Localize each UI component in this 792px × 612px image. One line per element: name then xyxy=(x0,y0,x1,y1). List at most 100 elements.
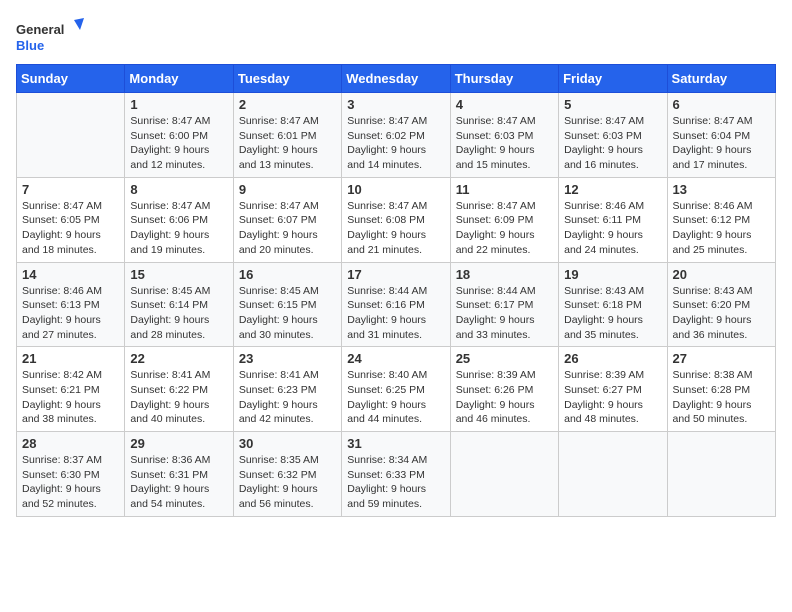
day-number: 29 xyxy=(130,436,227,451)
cell-content: Sunrise: 8:47 AM Sunset: 6:06 PM Dayligh… xyxy=(130,199,227,258)
day-number: 13 xyxy=(673,182,770,197)
calendar-cell: 11Sunrise: 8:47 AM Sunset: 6:09 PM Dayli… xyxy=(450,177,558,262)
calendar-cell: 12 Sunrise: 8:46 AM Sunset: 6:11 PM Dayli… xyxy=(559,177,667,262)
cell-content: Sunrise: 8:34 AM Sunset: 6:33 PM Dayligh… xyxy=(347,453,444,512)
calendar-cell: 14 Sunrise: 8:46 AM Sunset: 6:13 PM Dayli… xyxy=(17,262,125,347)
cell-content: Sunrise: 8:47 AM Sunset: 6:03 PM Dayligh… xyxy=(564,114,661,173)
cell-content: Sunrise: 8:46 AM Sunset: 6:12 PM Dayligh… xyxy=(673,199,770,258)
calendar-week-row: 1Sunrise: 8:47 AM Sunset: 6:00 PM Daylig… xyxy=(17,93,776,178)
svg-text:Blue: Blue xyxy=(16,38,44,53)
day-number: 24 xyxy=(347,351,444,366)
calendar-cell: 17 Sunrise: 8:44 AM Sunset: 6:16 PM Dayli… xyxy=(342,262,450,347)
calendar-cell: 13 Sunrise: 8:46 AM Sunset: 6:12 PM Dayli… xyxy=(667,177,775,262)
cell-content: Sunrise: 8:47 AM Sunset: 6:02 PM Dayligh… xyxy=(347,114,444,173)
calendar-week-row: 21 Sunrise: 8:42 AM Sunset: 6:21 PM Dayli… xyxy=(17,347,776,432)
calendar-cell: 3 Sunrise: 8:47 AM Sunset: 6:02 PM Daylig… xyxy=(342,93,450,178)
day-number: 27 xyxy=(673,351,770,366)
cell-content: Sunrise: 8:47 AM Sunset: 6:09 PM Dayligh… xyxy=(456,199,553,258)
cell-content: Sunrise: 8:47 AM Sunset: 6:01 PM Dayligh… xyxy=(239,114,336,173)
calendar-cell: 21 Sunrise: 8:42 AM Sunset: 6:21 PM Dayli… xyxy=(17,347,125,432)
cell-content: Sunrise: 8:47 AM Sunset: 6:04 PM Dayligh… xyxy=(673,114,770,173)
calendar-week-row: 28Sunrise: 8:37 AM Sunset: 6:30 PM Dayli… xyxy=(17,432,776,517)
page-header: General Blue xyxy=(16,16,776,56)
day-number: 31 xyxy=(347,436,444,451)
day-header-sunday: Sunday xyxy=(17,65,125,93)
calendar-cell: 6 Sunrise: 8:47 AM Sunset: 6:04 PM Daylig… xyxy=(667,93,775,178)
cell-content: Sunrise: 8:40 AM Sunset: 6:25 PM Dayligh… xyxy=(347,368,444,427)
day-header-tuesday: Tuesday xyxy=(233,65,341,93)
calendar-cell: 30 Sunrise: 8:35 AM Sunset: 6:32 PM Dayli… xyxy=(233,432,341,517)
cell-content: Sunrise: 8:43 AM Sunset: 6:20 PM Dayligh… xyxy=(673,284,770,343)
calendar-cell: 15Sunrise: 8:45 AM Sunset: 6:14 PM Dayli… xyxy=(125,262,233,347)
day-number: 25 xyxy=(456,351,553,366)
cell-content: Sunrise: 8:46 AM Sunset: 6:13 PM Dayligh… xyxy=(22,284,119,343)
calendar-cell: 20 Sunrise: 8:43 AM Sunset: 6:20 PM Dayli… xyxy=(667,262,775,347)
day-number: 23 xyxy=(239,351,336,366)
cell-content: Sunrise: 8:39 AM Sunset: 6:26 PM Dayligh… xyxy=(456,368,553,427)
logo: General Blue xyxy=(16,16,86,56)
logo-icon: General Blue xyxy=(16,16,86,56)
calendar-cell xyxy=(559,432,667,517)
calendar-cell: 31 Sunrise: 8:34 AM Sunset: 6:33 PM Dayli… xyxy=(342,432,450,517)
cell-content: Sunrise: 8:39 AM Sunset: 6:27 PM Dayligh… xyxy=(564,368,661,427)
calendar-cell: 16 Sunrise: 8:45 AM Sunset: 6:15 PM Dayli… xyxy=(233,262,341,347)
cell-content: Sunrise: 8:43 AM Sunset: 6:18 PM Dayligh… xyxy=(564,284,661,343)
calendar-cell: 9Sunrise: 8:47 AM Sunset: 6:07 PM Daylig… xyxy=(233,177,341,262)
calendar-cell xyxy=(17,93,125,178)
day-number: 15 xyxy=(130,267,227,282)
day-number: 22 xyxy=(130,351,227,366)
day-number: 5 xyxy=(564,97,661,112)
calendar-cell: 8 Sunrise: 8:47 AM Sunset: 6:06 PM Daylig… xyxy=(125,177,233,262)
cell-content: Sunrise: 8:41 AM Sunset: 6:23 PM Dayligh… xyxy=(239,368,336,427)
calendar-cell: 26 Sunrise: 8:39 AM Sunset: 6:27 PM Dayli… xyxy=(559,347,667,432)
cell-content: Sunrise: 8:47 AM Sunset: 6:00 PM Dayligh… xyxy=(130,114,227,173)
day-number: 4 xyxy=(456,97,553,112)
calendar-cell: 24 Sunrise: 8:40 AM Sunset: 6:25 PM Dayli… xyxy=(342,347,450,432)
calendar-cell: 23 Sunrise: 8:41 AM Sunset: 6:23 PM Dayli… xyxy=(233,347,341,432)
day-header-thursday: Thursday xyxy=(450,65,558,93)
day-header-monday: Monday xyxy=(125,65,233,93)
day-number: 19 xyxy=(564,267,661,282)
day-number: 30 xyxy=(239,436,336,451)
calendar-cell: 25 Sunrise: 8:39 AM Sunset: 6:26 PM Dayli… xyxy=(450,347,558,432)
cell-content: Sunrise: 8:42 AM Sunset: 6:21 PM Dayligh… xyxy=(22,368,119,427)
calendar-cell: 18Sunrise: 8:44 AM Sunset: 6:17 PM Dayli… xyxy=(450,262,558,347)
cell-content: Sunrise: 8:38 AM Sunset: 6:28 PM Dayligh… xyxy=(673,368,770,427)
cell-content: Sunrise: 8:36 AM Sunset: 6:31 PM Dayligh… xyxy=(130,453,227,512)
calendar-cell xyxy=(450,432,558,517)
cell-content: Sunrise: 8:46 AM Sunset: 6:11 PM Dayligh… xyxy=(564,199,661,258)
day-number: 9 xyxy=(239,182,336,197)
cell-content: Sunrise: 8:47 AM Sunset: 6:08 PM Dayligh… xyxy=(347,199,444,258)
cell-content: Sunrise: 8:47 AM Sunset: 6:05 PM Dayligh… xyxy=(22,199,119,258)
day-number: 20 xyxy=(673,267,770,282)
cell-content: Sunrise: 8:45 AM Sunset: 6:15 PM Dayligh… xyxy=(239,284,336,343)
day-number: 7 xyxy=(22,182,119,197)
calendar-cell: 29 Sunrise: 8:36 AM Sunset: 6:31 PM Dayli… xyxy=(125,432,233,517)
calendar-table: SundayMondayTuesdayWednesdayThursdayFrid… xyxy=(16,64,776,517)
cell-content: Sunrise: 8:47 AM Sunset: 6:03 PM Dayligh… xyxy=(456,114,553,173)
svg-text:General: General xyxy=(16,22,64,37)
calendar-cell: 1Sunrise: 8:47 AM Sunset: 6:00 PM Daylig… xyxy=(125,93,233,178)
cell-content: Sunrise: 8:35 AM Sunset: 6:32 PM Dayligh… xyxy=(239,453,336,512)
day-number: 14 xyxy=(22,267,119,282)
calendar-week-row: 7 Sunrise: 8:47 AM Sunset: 6:05 PM Daylig… xyxy=(17,177,776,262)
calendar-cell: 2 Sunrise: 8:47 AM Sunset: 6:01 PM Daylig… xyxy=(233,93,341,178)
calendar-cell: 19 Sunrise: 8:43 AM Sunset: 6:18 PM Dayli… xyxy=(559,262,667,347)
day-number: 17 xyxy=(347,267,444,282)
day-number: 26 xyxy=(564,351,661,366)
calendar-cell xyxy=(667,432,775,517)
calendar-cell: 10Sunrise: 8:47 AM Sunset: 6:08 PM Dayli… xyxy=(342,177,450,262)
day-number: 2 xyxy=(239,97,336,112)
cell-content: Sunrise: 8:41 AM Sunset: 6:22 PM Dayligh… xyxy=(130,368,227,427)
day-number: 3 xyxy=(347,97,444,112)
calendar-cell: 22 Sunrise: 8:41 AM Sunset: 6:22 PM Dayli… xyxy=(125,347,233,432)
day-number: 16 xyxy=(239,267,336,282)
day-number: 21 xyxy=(22,351,119,366)
cell-content: Sunrise: 8:44 AM Sunset: 6:16 PM Dayligh… xyxy=(347,284,444,343)
calendar-cell: 7 Sunrise: 8:47 AM Sunset: 6:05 PM Daylig… xyxy=(17,177,125,262)
day-number: 8 xyxy=(130,182,227,197)
day-number: 12 xyxy=(564,182,661,197)
day-header-saturday: Saturday xyxy=(667,65,775,93)
day-number: 6 xyxy=(673,97,770,112)
day-header-friday: Friday xyxy=(559,65,667,93)
